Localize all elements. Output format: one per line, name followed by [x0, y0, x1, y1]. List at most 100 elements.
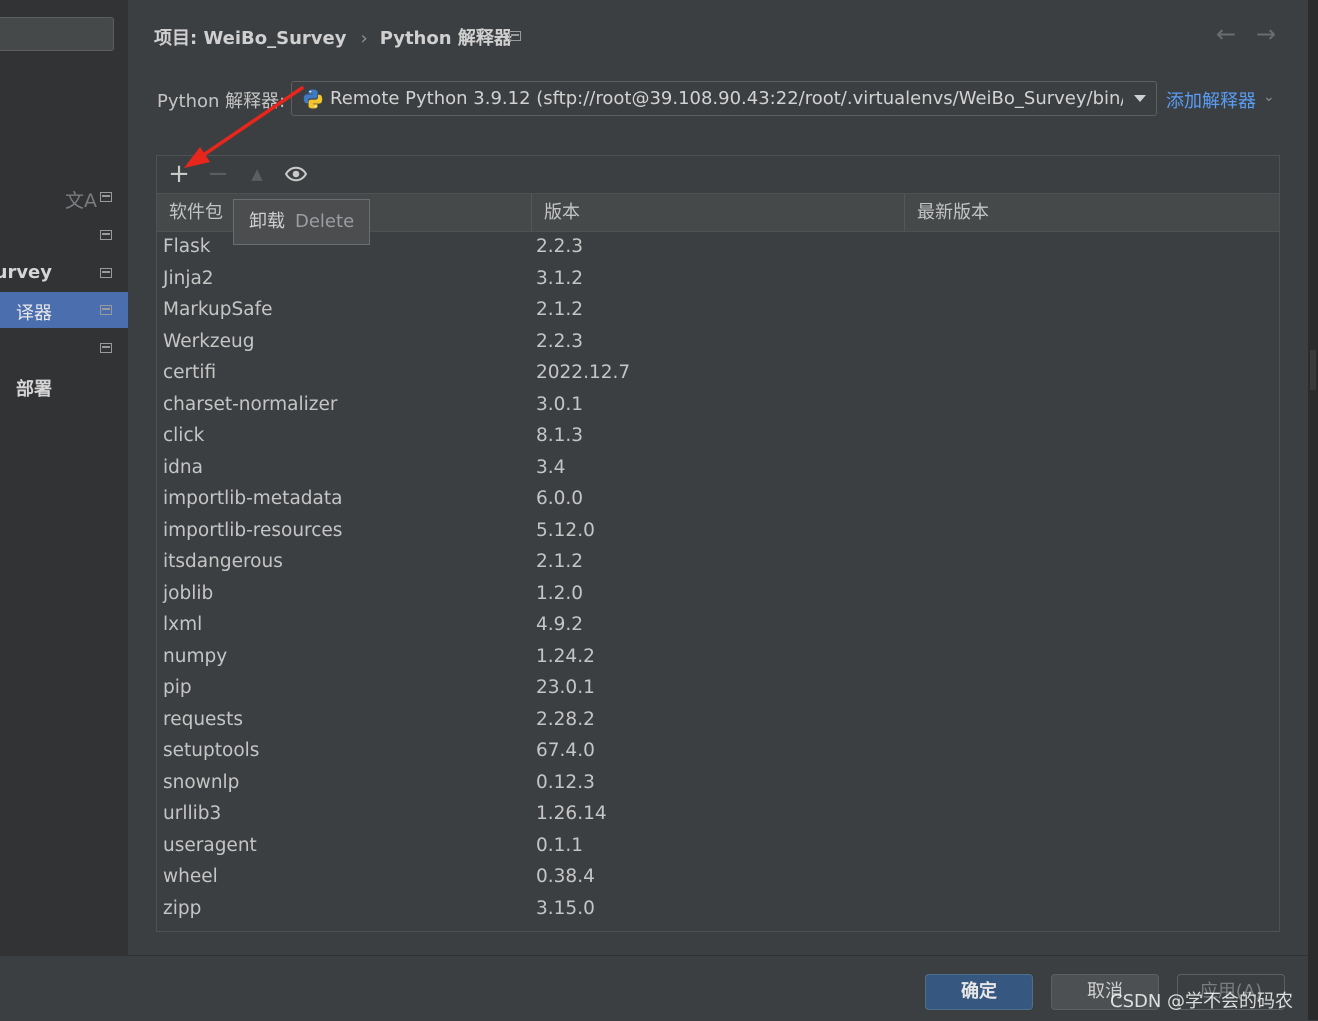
package-name: charset-normalizer — [163, 393, 338, 415]
table-row[interactable]: zipp 3.15.0 — [157, 894, 1279, 926]
package-name: joblib — [163, 582, 214, 604]
packages-toolbar: + − ▲ — [157, 156, 1279, 194]
table-row[interactable]: MarkupSafe 2.1.2 — [157, 295, 1279, 327]
right-edge — [1308, 0, 1318, 1020]
packages-panel: + − ▲ 软件包 版本 最新版本 Flask 2.2.3 Jinja2 3.1.2 M… — [156, 155, 1280, 932]
package-version: 23.0.1 — [536, 677, 595, 698]
table-row[interactable]: importlib-resources 5.12.0 — [157, 516, 1279, 548]
package-name: lxml — [163, 614, 203, 635]
sidebar-item-deployment[interactable]: 部署 — [0, 368, 128, 404]
column-header-latest-version[interactable]: 最新版本 — [905, 194, 1279, 231]
table-row[interactable]: charset-normalizer 3.0.1 — [157, 390, 1279, 422]
packages-table-body: Flask 2.2.3 Jinja2 3.1.2 MarkupSafe 2.1.2 Werk… — [157, 232, 1279, 925]
interpreter-dropdown[interactable]: Remote Python 3.9.12 (sftp://root@39.108… — [291, 81, 1157, 116]
table-row[interactable]: joblib 1.2.0 — [157, 579, 1279, 611]
tooltip-shortcut: Delete — [295, 211, 355, 232]
package-version: 1.24.2 — [536, 645, 595, 667]
table-row[interactable]: pip 23.0.1 — [157, 673, 1279, 705]
package-name: wheel — [163, 866, 218, 887]
table-row[interactable]: setuptools 67.4.0 — [157, 736, 1279, 768]
dropdown-arrow-icon — [1134, 95, 1146, 102]
package-name: setuptools — [163, 740, 260, 761]
package-version: 2.1.2 — [536, 551, 584, 572]
package-version: 4.9.2 — [536, 614, 584, 635]
package-version: 8.1.3 — [536, 425, 584, 446]
sidebar-item-python-interpreter[interactable]: 译器 — [0, 292, 128, 328]
package-name: snownlp — [163, 771, 240, 793]
chevron-down-icon[interactable]: ⌄ — [1263, 89, 1275, 105]
table-row[interactable]: idna 3.4 — [157, 453, 1279, 485]
table-row[interactable]: itsdangerous 2.1.2 — [157, 547, 1279, 579]
add-interpreter-link[interactable]: 添加解释器 — [1166, 87, 1256, 113]
project-scope-icon — [100, 343, 112, 353]
package-version: 3.0.1 — [536, 393, 584, 415]
ok-button[interactable]: 确定 — [925, 974, 1033, 1010]
package-version: 6.0.0 — [536, 488, 584, 509]
table-row[interactable]: useragent 0.1.1 — [157, 831, 1279, 863]
breadcrumb: 项目: WeiBo_Survey › Python 解释器 — [154, 24, 512, 50]
package-version: 5.12.0 — [536, 519, 595, 541]
interpreter-value: Remote Python 3.9.12 (sftp://root@39.108… — [330, 88, 1123, 109]
breadcrumb-separator: › — [360, 28, 368, 49]
package-version: 0.38.4 — [536, 866, 595, 887]
package-name: numpy — [163, 645, 228, 667]
sidebar-item-1[interactable] — [0, 217, 128, 253]
package-version: 67.4.0 — [536, 740, 595, 761]
scrollbar-thumb[interactable] — [1310, 350, 1316, 390]
sidebar-item-project[interactable]: urvey — [0, 255, 128, 291]
package-name: useragent — [163, 834, 257, 856]
breadcrumb-project: 项目: WeiBo_Survey — [154, 28, 347, 49]
package-version: 2.2.3 — [536, 330, 584, 352]
package-name: pip — [163, 677, 192, 698]
project-scope-icon — [100, 192, 112, 202]
package-name: itsdangerous — [163, 551, 283, 572]
table-row[interactable]: Werkzeug 2.2.3 — [157, 327, 1279, 359]
package-name: zipp — [163, 897, 202, 919]
table-row[interactable]: requests 2.28.2 — [157, 705, 1279, 737]
sidebar-section-label: 部署 — [16, 379, 52, 400]
column-header-version[interactable]: 版本 — [532, 194, 905, 231]
package-name: Werkzeug — [163, 330, 255, 352]
package-name: importlib-metadata — [163, 488, 343, 509]
project-scope-icon — [100, 305, 112, 315]
project-scope-icon — [100, 230, 112, 240]
sidebar-item-label: 译器 — [16, 303, 52, 324]
package-name: certifi — [163, 362, 217, 383]
project-scope-icon — [100, 268, 112, 278]
package-version: 2.1.2 — [536, 299, 584, 320]
table-row[interactable]: snownlp 0.12.3 — [157, 768, 1279, 800]
sidebar-item-0[interactable] — [0, 179, 128, 215]
package-version: 2.2.3 — [536, 236, 584, 257]
table-row[interactable]: wheel 0.38.4 — [157, 862, 1279, 894]
package-version: 2022.12.7 — [536, 362, 631, 383]
forward-arrow-icon[interactable]: → — [1256, 20, 1276, 48]
package-version: 2.28.2 — [536, 708, 595, 730]
project-scope-icon — [509, 31, 521, 41]
package-version: 1.2.0 — [536, 582, 584, 604]
package-version: 0.1.1 — [536, 834, 584, 856]
package-name: requests — [163, 708, 243, 730]
table-row[interactable]: certifi 2022.12.7 — [157, 358, 1279, 390]
sidebar-item-label: urvey — [0, 262, 52, 283]
table-row[interactable]: lxml 4.9.2 — [157, 610, 1279, 642]
sidebar-item-4[interactable] — [0, 330, 128, 366]
table-row[interactable]: click 8.1.3 — [157, 421, 1279, 453]
package-name: click — [163, 425, 205, 446]
uninstall-tooltip: 卸载 Delete — [233, 199, 370, 245]
table-row[interactable]: Jinja2 3.1.2 — [157, 264, 1279, 296]
settings-sidebar: 文A urvey 译器 部署 — [0, 0, 128, 955]
breadcrumb-current: Python 解释器 — [379, 28, 512, 49]
package-version: 3.4 — [536, 456, 566, 478]
package-name: idna — [163, 456, 203, 478]
table-row[interactable]: importlib-metadata 6.0.0 — [157, 484, 1279, 516]
package-version: 3.15.0 — [536, 897, 595, 919]
tooltip-text: 卸载 — [249, 211, 285, 232]
table-row[interactable]: urllib3 1.26.14 — [157, 799, 1279, 831]
back-arrow-icon[interactable]: ← — [1216, 20, 1236, 48]
settings-search-input[interactable] — [0, 17, 114, 51]
table-row[interactable]: numpy 1.24.2 — [157, 642, 1279, 674]
package-name: importlib-resources — [163, 519, 343, 541]
annotation-arrow — [184, 86, 304, 168]
package-name: Jinja2 — [163, 267, 214, 289]
package-version: 3.1.2 — [536, 267, 584, 289]
